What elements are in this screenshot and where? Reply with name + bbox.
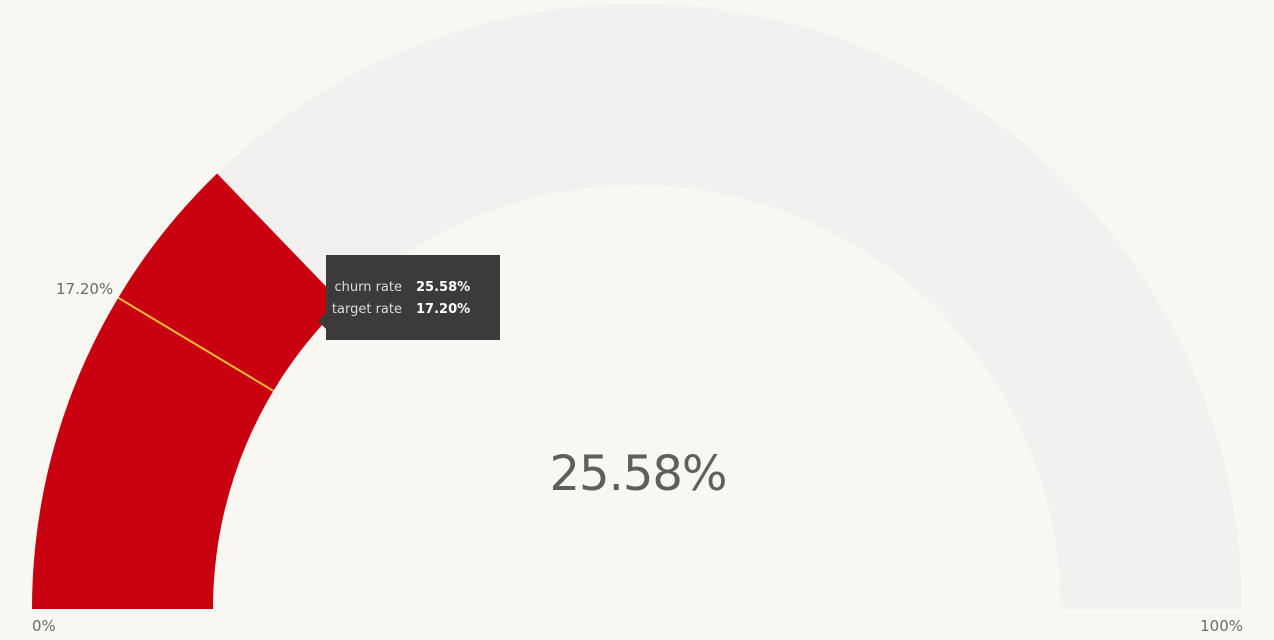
tooltip-pointer (318, 313, 326, 329)
tooltip-target-value: 17.20% (416, 301, 471, 317)
center-value: 25.58% (549, 446, 726, 502)
tooltip: churn rate 25.58% target rate 17.20% (318, 255, 500, 340)
tooltip-target-label: target rate (331, 301, 402, 317)
tooltip-churn-label: churn rate (334, 279, 402, 295)
tooltip-row-target: target rate 17.20% (326, 298, 500, 320)
target-label: 17.20% (56, 280, 113, 298)
gauge-svg: 17.20% 0% 100% 25.58% (31, 3, 1243, 635)
min-label: 0% (32, 617, 56, 635)
gauge-chart: 17.20% 0% 100% 25.58% churn rate 25.58% … (0, 0, 1274, 640)
max-label: 100% (1200, 617, 1243, 635)
tooltip-churn-value: 25.58% (416, 279, 471, 295)
tooltip-row-churn: churn rate 25.58% (326, 276, 500, 298)
